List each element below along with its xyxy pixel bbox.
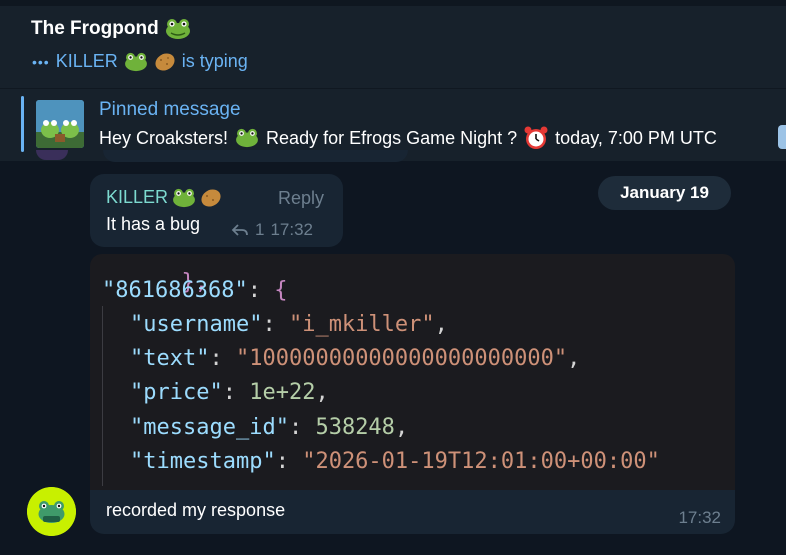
frog-icon — [173, 188, 195, 207]
typing-dots: ••• — [32, 53, 50, 70]
chat-window: The Frogpond ••• KILLER is typing Pinned… — [0, 0, 786, 555]
alarm-clock-icon — [524, 126, 548, 149]
code-price-val: 1e+22 — [249, 380, 316, 405]
reply-count[interactable]: 1 — [255, 220, 264, 240]
previous-avatar[interactable] — [36, 150, 68, 160]
code-line-6: "message_id": 538248, — [130, 415, 409, 440]
code-line-3: "username": "i_mkiller", — [130, 312, 448, 337]
frog-icon — [124, 52, 147, 71]
potato-icon — [201, 188, 221, 207]
pinned-text-part3: today, 7:00 PM UTC — [555, 127, 717, 148]
code-msgid-val: 538248 — [315, 415, 395, 440]
code-ts-key: "timestamp" — [130, 449, 276, 474]
message-text: recorded my response — [106, 500, 286, 520]
reply-button[interactable]: Reply — [278, 188, 324, 209]
code-line-7: "timestamp": "2026-01-19T12:01:00+00:00" — [130, 449, 660, 474]
message-time: 17:32 — [678, 508, 721, 527]
code-id-key: "861686368" — [102, 278, 248, 303]
pinned-truncated-item — [778, 125, 786, 149]
chat-title[interactable]: The Frogpond — [31, 18, 191, 40]
code-username-key: "username" — [130, 312, 263, 337]
typing-user: KILLER — [55, 51, 118, 71]
message-text: It has a bug — [106, 214, 201, 234]
window-top-strip — [0, 0, 786, 6]
pinned-text-part1: Hey Croaksters! — [99, 127, 229, 148]
code-block[interactable]: }, "861686368": { "username": "i_mkiller… — [90, 254, 735, 492]
message-bubble[interactable]: KILLER Reply It has a bug 1 17:32 — [90, 174, 343, 247]
message-meta: 1 17:32 — [231, 220, 313, 240]
message-bubble[interactable]: recorded my response 17:32 — [90, 490, 735, 534]
date-separator: January 19 — [598, 176, 731, 210]
indent-guide — [102, 306, 103, 486]
chat-header[interactable]: The Frogpond ••• KILLER is typing — [0, 0, 786, 88]
pinned-accent-bar — [21, 96, 24, 152]
message-time: 17:32 — [270, 220, 314, 239]
sender-name-text: KILLER — [106, 187, 169, 207]
typing-suffix: is typing — [181, 51, 248, 71]
code-msgid-key: "message_id" — [130, 415, 289, 440]
pinned-thumbnail — [36, 100, 84, 148]
potato-icon — [155, 52, 175, 71]
frog-avatar-icon — [27, 487, 76, 536]
code-text-key: "text" — [130, 346, 210, 371]
frog-icon — [236, 128, 258, 148]
reply-arrow-icon — [231, 224, 248, 236]
sender-name[interactable]: KILLER — [106, 187, 222, 208]
code-text-val: "10000000000000000000000" — [235, 346, 568, 371]
typing-indicator: ••• KILLER is typing — [32, 51, 248, 72]
code-line-4: "text": "10000000000000000000000", — [130, 346, 581, 371]
pinned-text: Hey Croaksters! Ready for Efrogs Game Ni… — [99, 125, 717, 151]
sender-avatar[interactable] — [27, 487, 76, 536]
code-ts-val: "2026-01-19T12:01:00+00:00" — [302, 449, 660, 474]
code-username-val: "i_mkiller" — [288, 312, 435, 337]
code-line-2: "861686368": { — [102, 278, 288, 303]
code-line-5: "price": 1e+22, — [130, 380, 329, 405]
frog-icon — [165, 19, 190, 39]
pinned-text-part2: Ready for Efrogs Game Night ? — [266, 127, 518, 148]
previous-message-bubble[interactable] — [103, 150, 408, 162]
chat-title-text: The Frogpond — [31, 18, 159, 39]
code-price-key: "price" — [130, 380, 223, 405]
frogs-thumbnail-icon — [36, 100, 84, 148]
pinned-label: Pinned message — [99, 99, 241, 120]
